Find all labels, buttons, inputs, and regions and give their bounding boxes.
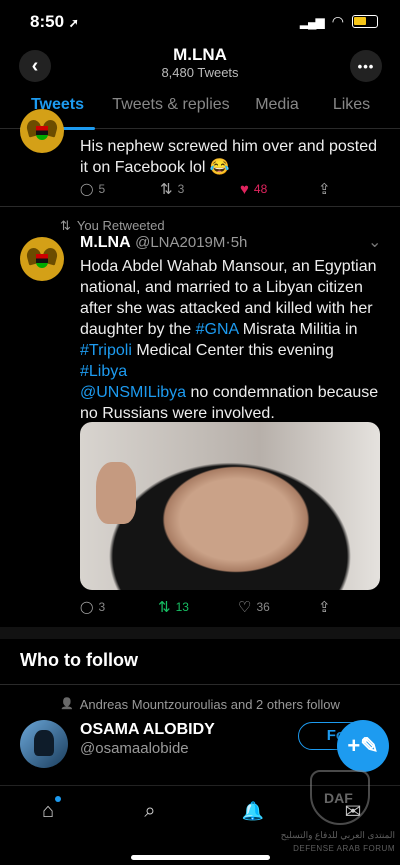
reply-icon: ◯	[80, 182, 94, 196]
compose-icon: +✎	[347, 733, 379, 758]
signal-icon: ▂▄▆	[299, 14, 325, 29]
more-options-button[interactable]: •••	[350, 50, 382, 82]
status-bar: 8:50 ➚ ▂▄▆ ◠	[0, 0, 400, 40]
hashtag-link[interactable]: #Tripoli	[80, 342, 132, 359]
heart-icon: ♥	[240, 180, 249, 198]
tweet-author[interactable]: M.LNA @LNA2019M·5h	[80, 234, 247, 252]
suggested-user-handle: @osamaalobide	[80, 740, 189, 757]
status-icons: ▂▄▆ ◠	[300, 13, 378, 30]
heart-outline-icon: ♡	[238, 599, 252, 616]
more-icon: •••	[357, 58, 375, 74]
watermark-arabic: المنتدى العربي للدفاع والتسليح	[280, 830, 395, 840]
tab-media[interactable]: Media	[253, 92, 301, 129]
nav-notifications[interactable]: 🔔	[240, 798, 266, 824]
tweet-text: His nephew screwed him over and posted i…	[80, 138, 378, 176]
who-to-follow-title: Who to follow	[20, 650, 138, 670]
section-divider	[0, 627, 400, 639]
tweet[interactable]: His nephew screwed him over and posted i…	[0, 109, 400, 207]
reply-button[interactable]: ◯ 5	[80, 182, 105, 196]
suggested-user-name[interactable]: OSAMA ALOBIDY	[80, 721, 215, 739]
shield-icon: DAF	[310, 770, 370, 825]
notification-dot	[55, 796, 61, 802]
tweet-menu-icon[interactable]: ⌄	[368, 232, 381, 252]
share-icon: ⇪	[318, 181, 331, 198]
retweet-button[interactable]: ⇅ 13	[158, 598, 189, 616]
tweet-actions: ◯ 3 ⇅ 13 ♡ 36 ⇪	[80, 598, 380, 616]
profile-header: ‹ M.LNA 8,480 Tweets •••	[0, 38, 400, 90]
battery-icon	[352, 15, 378, 28]
search-icon: ⌕	[144, 799, 156, 822]
avatar[interactable]	[20, 237, 64, 281]
divider	[0, 684, 400, 685]
emblem-icon	[25, 244, 59, 274]
retweet-icon: ⇅	[158, 599, 171, 616]
reply-icon: ◯	[80, 600, 94, 614]
mention-link[interactable]: @UNSMILibya	[80, 384, 186, 401]
reply-button[interactable]: ◯ 3	[80, 600, 105, 614]
avatar[interactable]	[20, 720, 68, 768]
like-button[interactable]: ♥ 48	[240, 181, 267, 198]
share-icon: ⇪	[318, 599, 331, 616]
profile-title: M.LNA	[173, 45, 227, 64]
emblem-icon	[25, 116, 59, 146]
hashtag-link[interactable]: #Libya	[80, 363, 127, 380]
nav-home[interactable]: ⌂	[35, 796, 61, 824]
share-button[interactable]: ⇪	[318, 180, 331, 198]
person-icon: 👤	[60, 698, 74, 710]
retweet-button[interactable]: ⇅ 3	[160, 180, 184, 198]
share-button[interactable]: ⇪	[318, 598, 331, 616]
tweet-media-image[interactable]	[80, 422, 380, 590]
watermark-english: DEFENSE ARAB FORUM	[293, 844, 395, 853]
social-proof: 👤 Andreas Mountzouroulias and 2 others f…	[60, 697, 340, 712]
tab-likes[interactable]: Likes	[329, 92, 374, 129]
retweet-icon: ⇅	[160, 181, 173, 198]
home-indicator	[131, 855, 270, 860]
tweet-text: Hoda Abdel Wahab Mansour, an Egyptian na…	[80, 258, 379, 422]
like-button[interactable]: ♡ 36	[238, 598, 270, 616]
tweet-actions: ◯ 5 ⇅ 3 ♥ 48 ⇪	[80, 180, 380, 199]
tweet-time: 5h	[230, 234, 248, 251]
nav-search[interactable]: ⌕	[137, 798, 163, 824]
tab-tweets-replies[interactable]: Tweets & replies	[111, 92, 231, 129]
author-name: M.LNA	[80, 234, 131, 251]
wifi-icon: ◠	[331, 13, 344, 29]
hashtag-link[interactable]: #GNA	[196, 321, 239, 338]
tweet-count: 8,480 Tweets	[161, 65, 239, 80]
home-icon: ⌂	[41, 799, 55, 822]
status-time: 8:50 ➚	[30, 12, 79, 31]
author-handle: @LNA2019M	[135, 234, 226, 251]
bell-icon: 🔔	[241, 800, 265, 821]
retweet-context: ⇅ You Retweeted	[60, 218, 165, 233]
avatar[interactable]	[20, 109, 64, 153]
retweet-small-icon: ⇅	[60, 218, 71, 233]
watermark-logo: DAF المنتدى العربي للدفاع والتسليح DEFEN…	[281, 760, 395, 860]
